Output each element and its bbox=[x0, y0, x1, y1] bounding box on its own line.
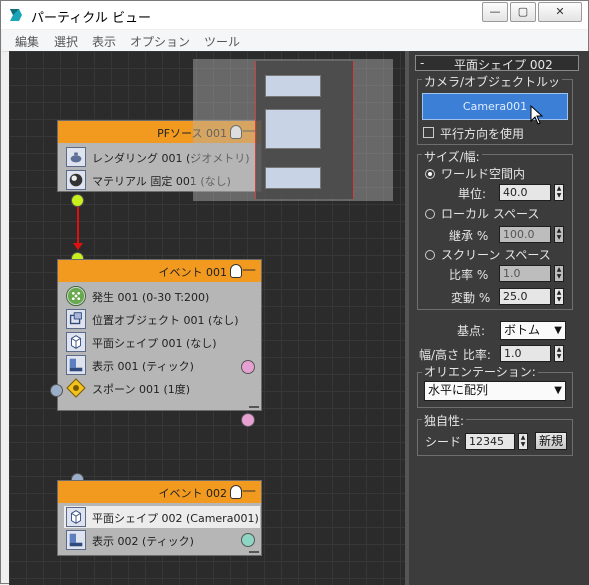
pivot-dropdown[interactable]: ボトム ▼ bbox=[500, 321, 566, 340]
orientation-group-label: オリエンテーション: bbox=[422, 363, 538, 380]
wire-link[interactable] bbox=[77, 207, 79, 247]
units-label: 単位: bbox=[458, 187, 487, 201]
app-icon bbox=[10, 9, 22, 21]
inherit-spinner[interactable]: ▲ ▼ bbox=[554, 226, 564, 243]
proportion-spinner[interactable]: ▲ ▼ bbox=[554, 265, 564, 282]
output-connector[interactable] bbox=[71, 194, 84, 207]
operator-label: 平面シェイプ 002 (Camera001) bbox=[92, 512, 259, 525]
operator-label: 平面シェイプ 001 (なし) bbox=[92, 337, 217, 350]
parallel-checkbox[interactable] bbox=[423, 127, 434, 138]
node-header[interactable]: イベント 002 — bbox=[58, 481, 261, 503]
event-002-node[interactable]: イベント 002 — 平面シェイプ 002 (Camera001) 表示 002… bbox=[57, 480, 262, 556]
spawn-icon bbox=[66, 378, 86, 398]
bulb-icon[interactable] bbox=[230, 485, 242, 499]
operator-row-selected[interactable]: 平面シェイプ 002 (Camera001) bbox=[64, 506, 260, 528]
display-color-swatch[interactable] bbox=[241, 533, 255, 547]
operator-label: 表示 001 (ティック) bbox=[92, 360, 194, 373]
local-space-label: ローカル スペース bbox=[441, 207, 540, 221]
local-space-radio[interactable] bbox=[425, 209, 435, 219]
shape-facing-icon bbox=[66, 507, 86, 527]
world-space-label: ワールド空間内 bbox=[441, 167, 526, 181]
inherit-label: 継承 % bbox=[449, 229, 489, 243]
position-object-icon bbox=[66, 309, 86, 329]
new-seed-button[interactable]: 新規 bbox=[535, 432, 567, 450]
ratio-label: 幅/高さ 比率: bbox=[419, 348, 491, 362]
particle-plane bbox=[265, 75, 321, 97]
resize-grip-icon[interactable] bbox=[249, 547, 259, 553]
proportion-field[interactable]: 1.0 bbox=[499, 265, 551, 282]
render-teapot-icon bbox=[66, 147, 86, 167]
particle-view-window: パーティクル ビュー — ▢ ✕ 編集 選択 表示 オプション ツール PFソー… bbox=[0, 0, 589, 585]
display-color-swatch[interactable] bbox=[241, 413, 255, 427]
menu-options[interactable]: オプション bbox=[130, 33, 190, 50]
collapse-icon[interactable]: — bbox=[242, 262, 256, 278]
operator-label: 表示 002 (ティック) bbox=[92, 535, 194, 548]
variation-spinner[interactable]: ▲ ▼ bbox=[554, 288, 564, 305]
particle-plane bbox=[265, 167, 321, 189]
menu-edit[interactable]: 編集 bbox=[15, 33, 39, 50]
inherit-field[interactable]: 100.0 bbox=[499, 226, 551, 243]
display-color-swatch[interactable] bbox=[241, 360, 255, 374]
arrow-icon bbox=[73, 243, 83, 250]
camera-object-button[interactable]: Camera001 bbox=[422, 93, 568, 120]
chevron-down-icon: ▼ bbox=[554, 385, 562, 396]
material-sphere-icon bbox=[66, 170, 86, 190]
uniqueness-group-label: 独自性: bbox=[422, 412, 467, 429]
screen-space-radio[interactable] bbox=[425, 250, 435, 260]
proportion-label: 比率 % bbox=[449, 268, 489, 282]
birth-icon bbox=[66, 286, 86, 306]
parallel-label: 平行方向を使用 bbox=[440, 127, 525, 141]
ratio-spinner[interactable]: ▲ ▼ bbox=[554, 345, 564, 362]
title-bar[interactable]: パーティクル ビュー — ▢ ✕ bbox=[1, 1, 588, 29]
operator-label: スポーン 001 (1度) bbox=[92, 383, 191, 396]
orientation-dropdown[interactable]: 水平に配列 ▼ bbox=[424, 381, 566, 401]
camera-group-label: カメラ/オブジェクトルッ bbox=[422, 73, 563, 90]
display-icon bbox=[66, 355, 86, 375]
close-button[interactable]: ✕ bbox=[538, 2, 582, 22]
node-title: イベント 002 bbox=[158, 487, 228, 500]
size-group-label: サイズ/幅: bbox=[422, 148, 482, 165]
seed-field[interactable]: 12345 bbox=[465, 433, 515, 450]
rollout-header[interactable]: - 平面シェイプ 002 bbox=[415, 55, 579, 72]
units-field[interactable]: 40.0 bbox=[499, 184, 551, 201]
collapse-button[interactable]: - bbox=[420, 56, 424, 70]
rollout-title: 平面シェイプ 002 bbox=[454, 58, 553, 72]
menu-tools[interactable]: ツール bbox=[204, 33, 240, 50]
screen-space-label: スクリーン スペース bbox=[441, 248, 551, 262]
operator-label: 位置オブジェクト 001 (なし) bbox=[92, 314, 239, 327]
collapse-icon[interactable]: — bbox=[242, 483, 256, 499]
ratio-field[interactable]: 1.0 bbox=[500, 345, 551, 362]
parameters-panel: - 平面シェイプ 002 カメラ/オブジェクトルッ Camera001 平行方向… bbox=[409, 51, 589, 585]
viewport-overlay bbox=[193, 59, 393, 201]
menu-select[interactable]: 選択 bbox=[54, 33, 78, 50]
bulb-icon[interactable] bbox=[230, 264, 242, 278]
particle-diagram-canvas[interactable]: PFソース 001 — レンダリング 001 (ジオメトリ) マテリアル 固定 … bbox=[9, 51, 405, 585]
mouse-cursor-icon bbox=[530, 105, 544, 125]
orientation-value: 水平に配列 bbox=[428, 383, 489, 397]
menu-display[interactable]: 表示 bbox=[92, 33, 116, 50]
seed-label: シード bbox=[425, 435, 462, 449]
shape-facing-icon bbox=[66, 332, 86, 352]
maximize-button[interactable]: ▢ bbox=[510, 2, 536, 22]
event-001-node[interactable]: イベント 001 — 発生 001 (0-30 T:200) 位置オブジェクト … bbox=[57, 259, 262, 427]
output-connector[interactable] bbox=[50, 384, 63, 397]
operator-label: 発生 001 (0-30 T:200) bbox=[92, 291, 210, 304]
node-header[interactable]: イベント 001 — bbox=[58, 260, 261, 282]
chevron-down-icon: ▼ bbox=[554, 325, 562, 336]
variation-field[interactable]: 25.0 bbox=[499, 288, 551, 305]
units-spinner[interactable]: ▲ ▼ bbox=[554, 184, 564, 201]
resize-grip-icon[interactable] bbox=[249, 402, 259, 408]
world-space-radio[interactable] bbox=[425, 169, 435, 179]
variation-label: 変動 % bbox=[451, 291, 491, 305]
pivot-value: ボトム bbox=[504, 323, 541, 337]
seed-spinner[interactable]: ▲ ▼ bbox=[518, 433, 528, 450]
minimize-button[interactable]: — bbox=[482, 2, 508, 22]
menu-bar: 編集 選択 表示 オプション ツール bbox=[2, 30, 588, 52]
display-icon bbox=[66, 530, 86, 550]
node-title: イベント 001 bbox=[158, 266, 228, 279]
window-title: パーティクル ビュー bbox=[31, 11, 151, 26]
pivot-label: 基点: bbox=[457, 324, 486, 338]
particle-plane bbox=[265, 109, 321, 149]
